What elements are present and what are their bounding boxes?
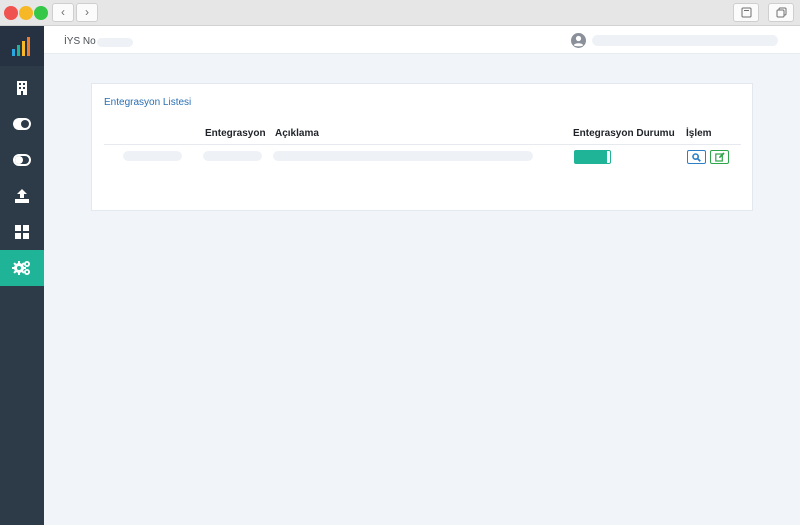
sidebar	[0, 26, 44, 525]
card-title: Entegrasyon Listesi	[104, 97, 192, 108]
browser-chrome: ‹ ›	[0, 0, 800, 26]
top-header: İYS No :	[44, 26, 800, 54]
edit-icon	[714, 152, 725, 162]
column-header-integration: Entegrasyon	[205, 128, 266, 139]
sidebar-item-integrations[interactable]	[0, 250, 44, 286]
search-icon	[692, 152, 701, 162]
sidebar-item-dashboard[interactable]	[0, 214, 44, 250]
chevron-left-icon: ‹	[61, 5, 65, 19]
sidebar-item-toggle-off[interactable]	[0, 142, 44, 178]
sidebar-item-upload[interactable]	[0, 178, 44, 214]
back-button[interactable]: ‹	[52, 3, 74, 22]
user-menu[interactable]	[571, 33, 586, 53]
app-logo[interactable]	[0, 26, 44, 66]
window-maximize-dot[interactable]	[34, 6, 48, 20]
user-circle-icon	[571, 33, 586, 48]
sidebar-item-company[interactable]	[0, 70, 44, 106]
status-toggle[interactable]	[574, 150, 611, 164]
table-header-divider	[104, 144, 741, 145]
copy-button[interactable]	[768, 3, 794, 22]
cell-description	[273, 151, 533, 161]
forward-button[interactable]: ›	[76, 3, 98, 22]
building-icon	[17, 81, 27, 95]
copy-icon	[776, 7, 787, 18]
integration-list-card: Entegrasyon Listesi Entegrasyon Açıklama…	[91, 83, 753, 211]
window-button[interactable]	[733, 3, 759, 22]
cell-id	[123, 151, 182, 161]
iys-value	[97, 38, 133, 47]
edit-button[interactable]	[710, 150, 729, 164]
window-icon	[741, 7, 752, 18]
sidebar-item-toggle-on[interactable]	[0, 106, 44, 142]
gears-icon	[12, 261, 30, 275]
column-header-status: Entegrasyon Durumu	[573, 128, 675, 139]
user-name[interactable]	[592, 35, 778, 46]
bar-chart-logo-icon	[12, 37, 30, 56]
column-header-action: İşlem	[686, 128, 712, 139]
toggle-off-icon	[13, 154, 31, 166]
column-header-description: Açıklama	[275, 128, 319, 139]
view-button[interactable]	[687, 150, 706, 164]
iys-label: İYS No :	[64, 36, 102, 47]
grid-icon	[15, 225, 29, 239]
upload-icon	[15, 189, 29, 203]
toggle-on-icon	[13, 118, 31, 130]
window-minimize-dot[interactable]	[19, 6, 33, 20]
cell-integration	[203, 151, 262, 161]
chevron-right-icon: ›	[85, 5, 89, 19]
status-toggle-fill	[575, 151, 607, 163]
window-close-dot[interactable]	[4, 6, 18, 20]
